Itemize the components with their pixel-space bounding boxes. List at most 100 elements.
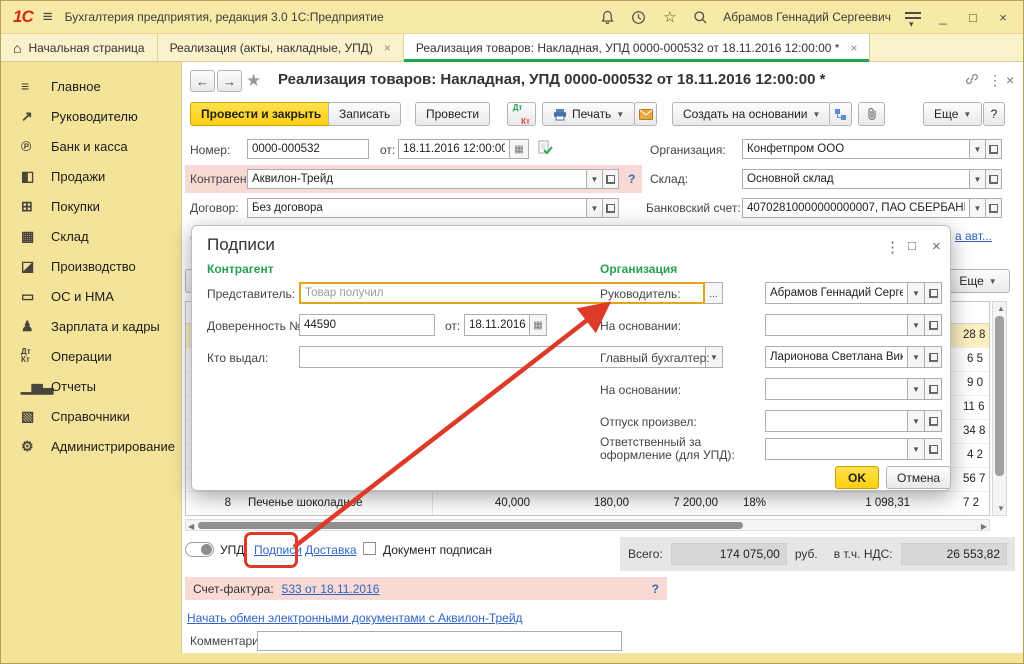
more-button[interactable]: Еще ▼: [923, 102, 982, 126]
delivery-link[interactable]: Доставка: [305, 543, 357, 557]
open-icon[interactable]: [925, 438, 942, 460]
dialog-more-icon[interactable]: ⋮: [885, 238, 900, 256]
dtkt-button[interactable]: Дт Кт: [507, 102, 536, 126]
search-icon[interactable]: [692, 9, 709, 26]
close-document-icon[interactable]: ×: [1006, 72, 1014, 88]
chevron-down-icon[interactable]: ▼: [970, 169, 986, 189]
open-icon[interactable]: [986, 139, 1002, 159]
calendar-icon[interactable]: ▦: [530, 314, 547, 336]
forward-button[interactable]: →: [217, 70, 242, 92]
vertical-scrollbar[interactable]: ▲ ▼: [992, 301, 1007, 516]
open-icon[interactable]: [925, 346, 942, 368]
invoice-link[interactable]: 533 от 18.11.2016: [282, 582, 380, 596]
scroll-up-icon[interactable]: ▲: [997, 304, 1005, 313]
sidebar-item-fixed-assets[interactable]: ▭ОС и НМА: [1, 281, 181, 311]
poa-date-field[interactable]: [464, 314, 530, 336]
back-button[interactable]: ←: [190, 70, 215, 92]
current-user[interactable]: Абрамов Геннадий Сергеевич: [723, 10, 891, 24]
poa-number-field[interactable]: [299, 314, 435, 336]
email-button[interactable]: [634, 102, 657, 126]
signed-document-icon[interactable]: [538, 140, 553, 156]
date-field[interactable]: [398, 139, 510, 159]
chief-accountant-field[interactable]: [765, 346, 908, 368]
sidebar-item-administration[interactable]: ⚙Администрирование: [1, 431, 181, 461]
maximize-button[interactable]: □: [965, 10, 981, 25]
create-based-on-button[interactable]: Создать на основании ▼: [672, 102, 831, 126]
sidebar-item-operations[interactable]: ДтКтОперации: [1, 341, 181, 371]
minimize-button[interactable]: _: [935, 10, 951, 25]
tab-realization-list[interactable]: Реализация (акты, накладные, УПД) ×: [158, 34, 404, 61]
horizontal-scrollbar[interactable]: ◀ ▶: [185, 519, 990, 531]
open-icon[interactable]: [603, 198, 619, 218]
sidebar-item-manager[interactable]: ↗Руководителю: [1, 101, 181, 131]
sidebar-item-directories[interactable]: ▧Справочники: [1, 401, 181, 431]
link-icon[interactable]: [965, 72, 979, 86]
sidebar-item-production[interactable]: ◪Производство: [1, 251, 181, 281]
chevron-down-icon[interactable]: ▼: [908, 282, 925, 304]
counterparty-help-icon[interactable]: ?: [628, 172, 635, 186]
chevron-down-icon[interactable]: ▼: [970, 198, 986, 218]
open-icon[interactable]: [925, 314, 942, 336]
chevron-down-icon[interactable]: ▼: [908, 346, 925, 368]
chevron-down-icon[interactable]: ▼: [908, 410, 925, 432]
sidebar-item-salary-hr[interactable]: ♟Зарплата и кадры: [1, 311, 181, 341]
history-icon[interactable]: [630, 9, 647, 26]
invoice-help-icon[interactable]: ?: [652, 582, 659, 596]
notifications-icon[interactable]: [599, 9, 616, 26]
head-field[interactable]: [765, 282, 908, 304]
warehouse-field[interactable]: [742, 169, 970, 189]
scroll-right-icon[interactable]: ▶: [981, 522, 987, 531]
post-button[interactable]: Провести: [415, 102, 490, 126]
service-menu-icon[interactable]: ▾: [905, 11, 921, 23]
dialog-close-icon[interactable]: ×: [932, 238, 941, 255]
head-basis-field[interactable]: [765, 314, 908, 336]
accountant-basis-field[interactable]: [765, 378, 908, 400]
document-signed-checkbox[interactable]: [363, 542, 376, 555]
organization-field[interactable]: [742, 139, 970, 159]
comment-field[interactable]: [257, 631, 622, 651]
sidebar-item-main[interactable]: ≡Главное: [1, 71, 181, 101]
main-menu-icon[interactable]: ≡: [43, 7, 53, 27]
chevron-down-icon[interactable]: ▼: [908, 314, 925, 336]
cancel-button[interactable]: Отмена: [886, 466, 951, 489]
vertical-scrollbar-thumb[interactable]: [995, 316, 1004, 476]
chevron-down-icon[interactable]: ▼: [970, 139, 986, 159]
upd-toggle[interactable]: [185, 542, 214, 557]
hidden-row-link-fragment[interactable]: а авт...: [955, 229, 992, 243]
edi-exchange-link[interactable]: Начать обмен электронными документами с …: [187, 611, 523, 625]
sidebar-item-bank-cash[interactable]: ℗Банк и касса: [1, 131, 181, 161]
more-menu-icon[interactable]: ⋮: [988, 72, 1002, 89]
attachments-button[interactable]: [858, 102, 885, 126]
related-documents-button[interactable]: [829, 102, 852, 126]
chevron-down-icon[interactable]: ▼: [908, 438, 925, 460]
print-button[interactable]: Печать ▼: [542, 102, 635, 126]
sidebar-item-warehouse[interactable]: ▦Склад: [1, 221, 181, 251]
number-field[interactable]: [247, 139, 369, 159]
post-and-close-button[interactable]: Провести и закрыть: [190, 102, 332, 126]
scroll-down-icon[interactable]: ▼: [997, 504, 1005, 513]
chevron-down-icon[interactable]: ▼: [587, 198, 603, 218]
help-button[interactable]: ?: [983, 102, 1005, 126]
chevron-down-icon[interactable]: ▼: [587, 169, 603, 189]
close-window-button[interactable]: ×: [995, 10, 1011, 25]
open-icon[interactable]: [603, 169, 619, 189]
sidebar-item-purchases[interactable]: ⊞Покупки: [1, 191, 181, 221]
tab-realization-doc[interactable]: Реализация товаров: Накладная, УПД 0000-…: [404, 34, 871, 61]
contract-field[interactable]: [247, 198, 587, 218]
close-tab-icon[interactable]: ×: [384, 41, 391, 55]
dialog-maximize-icon[interactable]: □: [908, 238, 916, 253]
close-tab-icon[interactable]: ×: [850, 41, 857, 55]
favorites-star-icon[interactable]: ☆: [661, 9, 678, 26]
open-icon[interactable]: [925, 378, 942, 400]
open-icon[interactable]: [925, 282, 942, 304]
open-icon[interactable]: [986, 169, 1002, 189]
horizontal-scrollbar-thumb[interactable]: [198, 522, 743, 529]
bank-account-field[interactable]: [742, 198, 970, 218]
favorite-star-icon[interactable]: ★: [246, 71, 261, 91]
tab-home[interactable]: ⌂ Начальная страница: [1, 34, 158, 61]
scroll-left-icon[interactable]: ◀: [188, 522, 194, 531]
open-icon[interactable]: [925, 410, 942, 432]
shipper-field[interactable]: [765, 410, 908, 432]
representative-more-button[interactable]: ...: [705, 282, 723, 304]
table-row-8[interactable]: 8 Печенье шоколадное 40,000 180,00 7 200…: [186, 492, 990, 516]
